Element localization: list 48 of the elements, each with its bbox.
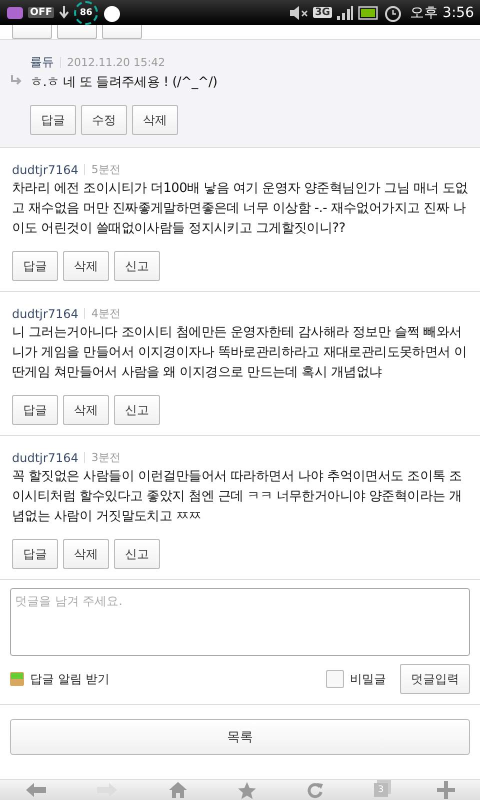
action-button[interactable]: 답글 [12, 539, 58, 569]
comment-field[interactable]: 덧글을 남겨 주세요. [10, 588, 470, 656]
star-icon[interactable] [236, 780, 257, 800]
network-label: 3G [312, 7, 332, 18]
blog-icon [10, 672, 24, 686]
author-name[interactable]: dudtjr7164 [12, 450, 78, 464]
home-icon[interactable] [168, 781, 188, 799]
time-ago: 3분전 [91, 450, 120, 465]
time-ago: 5분전 [91, 162, 120, 177]
submit-button[interactable]: 덧글입력 [400, 664, 470, 694]
mute-icon [288, 4, 309, 20]
action-button[interactable]: 답글 [30, 105, 76, 135]
action-button[interactable]: 삭제 [63, 251, 109, 281]
off-badge: OFF [28, 7, 54, 18]
action-button[interactable] [12, 25, 52, 39]
alarm-icon [384, 4, 402, 22]
back-icon[interactable] [24, 782, 47, 798]
secret-label: 비밀글 [350, 670, 386, 688]
add-icon[interactable] [437, 781, 456, 799]
action-button[interactable] [102, 25, 142, 39]
author-name[interactable]: dudtjr7164 [12, 162, 78, 176]
action-button[interactable]: 신고 [114, 251, 160, 281]
action-button[interactable]: 답글 [12, 251, 58, 281]
battery-icon [358, 4, 380, 20]
action-button[interactable]: 삭제 [63, 539, 109, 569]
download-icon [58, 4, 70, 20]
action-button[interactable]: 신고 [114, 395, 160, 425]
date: 2012.11.20 15:42 [67, 56, 166, 69]
refresh-icon[interactable] [306, 781, 324, 799]
action-button[interactable]: 답글 [12, 395, 58, 425]
action-button[interactable]: 수정 [81, 105, 127, 135]
signal-icon [336, 4, 354, 20]
secret-checkbox[interactable] [326, 670, 344, 688]
clock: 오후 3:56 [410, 4, 474, 22]
author-name[interactable]: 률듀 [30, 54, 54, 71]
action-button[interactable]: 삭제 [63, 395, 109, 425]
list-button[interactable]: 목록 [10, 719, 470, 755]
action-button[interactable]: 삭제 [132, 105, 178, 135]
author-name[interactable]: dudtjr7164 [12, 306, 78, 320]
action-button[interactable] [57, 25, 97, 39]
comment-text: 꼭 할짓없은 사람들이 이런걸만들어서 따라하면서 나야 추억이면서도 조이톡 조이시티처럼 할수있다고 좋았지 첨엔 근데 ㅋㅋ 너무한거아니야 양준혁이라는 개념없는 사람이 거짓말도치고 ㅉㅉ [12, 468, 463, 526]
action-button[interactable]: 신고 [114, 539, 160, 569]
notify-label: 답글 알림 받기 [30, 670, 110, 688]
time-ago: 4분전 [91, 306, 120, 321]
reply-arrow-icon [10, 74, 22, 86]
comment-text: 차라리 에전 조이시티가 더100배 낳음 여기 운영자 양준혁님인가 그님 매너 도없고 재수없음 머만 진짜좋게말하면좋은데 너무 이상함 -.- 재수없어가지고 진짜 나이도 어린것이 쓸때없이사람들 정지시키고 그게할짓이니?? [12, 180, 468, 238]
reply-text: ㅎ.ㅎ 네 또 들려주세용 ! (/^_^/) [30, 74, 218, 92]
comment-text: 니 그러는거아니다 조이시티 첨에만든 운영자한테 감사해라 정보만 슬쩍 빼와서 니가 게임을 만들어서 이지경이자나 똑바로관리하라고 재대로관리도못하면서 이딴게임 쳐만들어서 사람을 왜 이지경으로 만드는데 혹시 개념없냐 [12, 324, 468, 382]
